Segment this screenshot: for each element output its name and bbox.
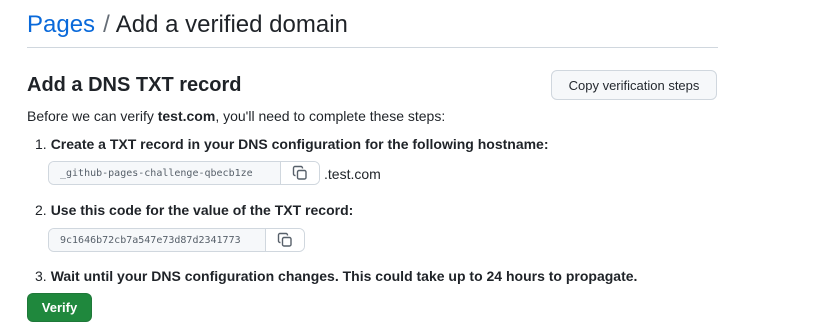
step-1-number: 1. [35, 136, 47, 152]
copy-icon [277, 232, 292, 247]
step-1-text: Create a TXT record in your DNS configur… [50, 136, 549, 152]
intro-domain: test.com [157, 108, 216, 124]
breadcrumb-pages-link[interactable]: Pages [27, 11, 95, 38]
page-title: Add a verified domain [115, 11, 348, 38]
copy-verification-steps-button[interactable]: Copy verification steps [551, 70, 717, 100]
hostname-code[interactable]: _github-pages-challenge-qbecb1ze [49, 162, 281, 184]
verify-button[interactable]: Verify [27, 293, 92, 322]
step-2-text: Use this code for the value of the TXT r… [50, 202, 354, 218]
step-3-number: 3. [35, 268, 47, 284]
hostname-domain-suffix: .test.com [324, 166, 381, 182]
step-3-text: Wait until your DNS configuration change… [50, 268, 638, 284]
hostname-field: _github-pages-challenge-qbecb1ze [48, 161, 320, 185]
breadcrumb-separator: / [103, 11, 110, 38]
txt-value-code[interactable]: 9c1646b72cb7a547e73d87d2341773 [49, 229, 266, 251]
step-1: 1. Create a TXT record in your DNS config… [35, 135, 549, 153]
intro-prefix: Before we can verify [27, 108, 158, 124]
header-divider [27, 47, 718, 48]
step-3: 3. Wait until your DNS configuration chan… [35, 267, 637, 285]
copy-icon [292, 165, 307, 180]
section-title: Add a DNS TXT record [27, 74, 242, 96]
step-2-number: 2. [35, 202, 47, 218]
intro-text: Before we can verify test.com, you'll ne… [27, 107, 445, 125]
txt-value-field: 9c1646b72cb7a547e73d87d2341773 [48, 228, 305, 252]
breadcrumb: Pages / Add a verified domain [27, 10, 348, 40]
intro-suffix: , you'll need to complete these steps: [215, 108, 446, 124]
step-2: 2. Use this code for the value of the TXT… [35, 201, 353, 219]
copy-txt-value-button[interactable] [266, 229, 304, 251]
copy-hostname-button[interactable] [281, 162, 319, 184]
